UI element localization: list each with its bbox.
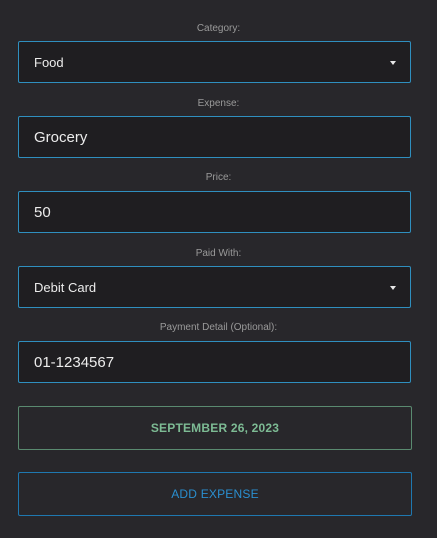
payment-detail-input-value: 01-1234567 — [34, 354, 115, 371]
expense-label: Expense: — [197, 98, 240, 109]
expense-input-value: Grocery — [34, 129, 88, 146]
date-picker-button[interactable]: SEPTEMBER 26, 2023 — [18, 406, 412, 450]
price-input[interactable]: 50 — [18, 191, 411, 233]
payment-detail-input[interactable]: 01-1234567 — [18, 341, 411, 383]
expense-form: Category: Food Expense: Grocery Price: 5… — [0, 0, 437, 538]
payment-detail-label: Payment Detail (Optional): — [159, 322, 278, 333]
caret-down-icon — [390, 286, 396, 290]
paid-with-label: Paid With: — [195, 248, 242, 259]
paid-with-select[interactable]: Debit Card — [18, 266, 411, 308]
category-label: Category: — [196, 23, 241, 34]
category-selected-value: Food — [34, 55, 64, 70]
price-input-value: 50 — [34, 204, 51, 221]
category-select[interactable]: Food — [18, 41, 411, 83]
add-expense-button[interactable]: ADD EXPENSE — [18, 472, 412, 516]
price-label: Price: — [205, 172, 232, 183]
caret-down-icon — [390, 61, 396, 65]
paid-with-selected-value: Debit Card — [34, 280, 97, 295]
expense-input[interactable]: Grocery — [18, 116, 411, 158]
